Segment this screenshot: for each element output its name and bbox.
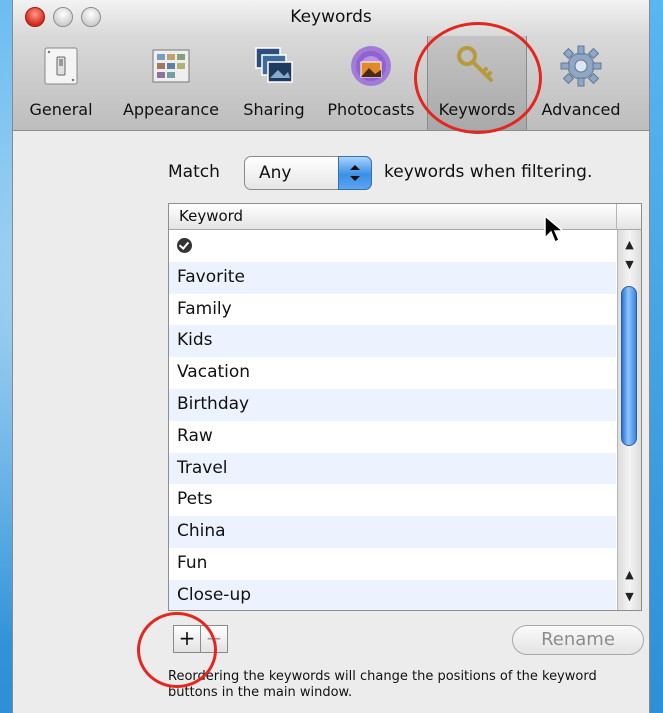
appearance-icon (152, 49, 190, 83)
preferences-window: Keywords General Appearance Sharing Phot… (12, 0, 650, 713)
tab-keywords[interactable]: Keywords (427, 36, 527, 130)
match-suffix-label: keywords when filtering. (384, 162, 593, 182)
column-separator (616, 204, 617, 230)
remove-keyword-button[interactable]: − (200, 625, 228, 653)
preferences-toolbar: General Appearance Sharing Photocasts Ke… (13, 36, 649, 131)
scroll-thumb[interactable] (621, 286, 637, 446)
tab-photocasts[interactable]: Photocasts (317, 36, 425, 130)
mouse-pointer-icon (544, 214, 565, 244)
tab-advanced-label: Advanced (541, 100, 621, 119)
title-bar: Keywords (13, 0, 649, 36)
vertical-scrollbar[interactable]: ▲ ▼ ▲ ▼ (617, 230, 641, 610)
add-keyword-button[interactable]: + (173, 625, 201, 653)
checkmark-icon (177, 237, 192, 253)
photocast-icon (351, 46, 391, 86)
table-header[interactable]: Keyword (169, 204, 641, 230)
tab-advanced[interactable]: Advanced (531, 36, 631, 130)
table-row[interactable]: Favorite (169, 261, 616, 294)
table-row[interactable]: Travel (169, 452, 616, 485)
popup-arrows-icon (338, 156, 372, 190)
tab-general[interactable]: General (17, 36, 105, 130)
reorder-help-text: Reordering the keywords will change the … (168, 669, 597, 700)
scroll-down-arrow-icon-bottom[interactable]: ▼ (618, 586, 641, 608)
table-row[interactable]: Pets (169, 484, 616, 516)
table-row[interactable]: Vacation (169, 357, 616, 389)
sharing-photos-icon (255, 47, 293, 83)
column-header-keyword[interactable]: Keyword (179, 207, 243, 225)
match-popup-value: Any (259, 163, 292, 183)
match-popup-button[interactable]: Any (244, 156, 372, 190)
tab-general-label: General (29, 100, 93, 119)
rename-button[interactable]: Rename (512, 625, 644, 655)
tab-appearance[interactable]: Appearance (113, 36, 229, 130)
tab-keywords-label: Keywords (438, 100, 516, 119)
table-row[interactable]: Close-up (169, 579, 616, 610)
match-prefix-label: Match (168, 162, 220, 182)
tab-appearance-label: Appearance (122, 100, 220, 119)
tab-photocasts-label: Photocasts (327, 100, 415, 119)
table-row[interactable]: China (169, 516, 616, 548)
table-row[interactable]: Kids (169, 325, 616, 358)
window-title: Keywords (290, 7, 372, 27)
table-row[interactable]: Fun (169, 548, 616, 580)
light-switch-icon (44, 47, 78, 85)
scroll-up-arrow-icon[interactable]: ▲ (618, 234, 641, 256)
table-row[interactable]: Birthday (169, 388, 616, 421)
tab-sharing-label: Sharing (243, 100, 305, 119)
scroll-down-arrow-icon[interactable]: ▼ (618, 254, 641, 276)
up-down-arrows-icon (350, 165, 360, 181)
scroll-up-arrow-icon-bottom[interactable]: ▲ (618, 564, 641, 586)
gear-icon (560, 45, 602, 87)
table-row[interactable]: Family (169, 294, 616, 326)
table-row[interactable]: Raw (169, 421, 616, 453)
key-icon (457, 46, 493, 82)
keyword-list: Favorite Family Kids Vacation Birthday R… (169, 230, 616, 610)
keyword-table[interactable]: Keyword Favorite Family Kids Vacation Bi… (168, 203, 642, 611)
tab-sharing[interactable]: Sharing (235, 36, 313, 130)
